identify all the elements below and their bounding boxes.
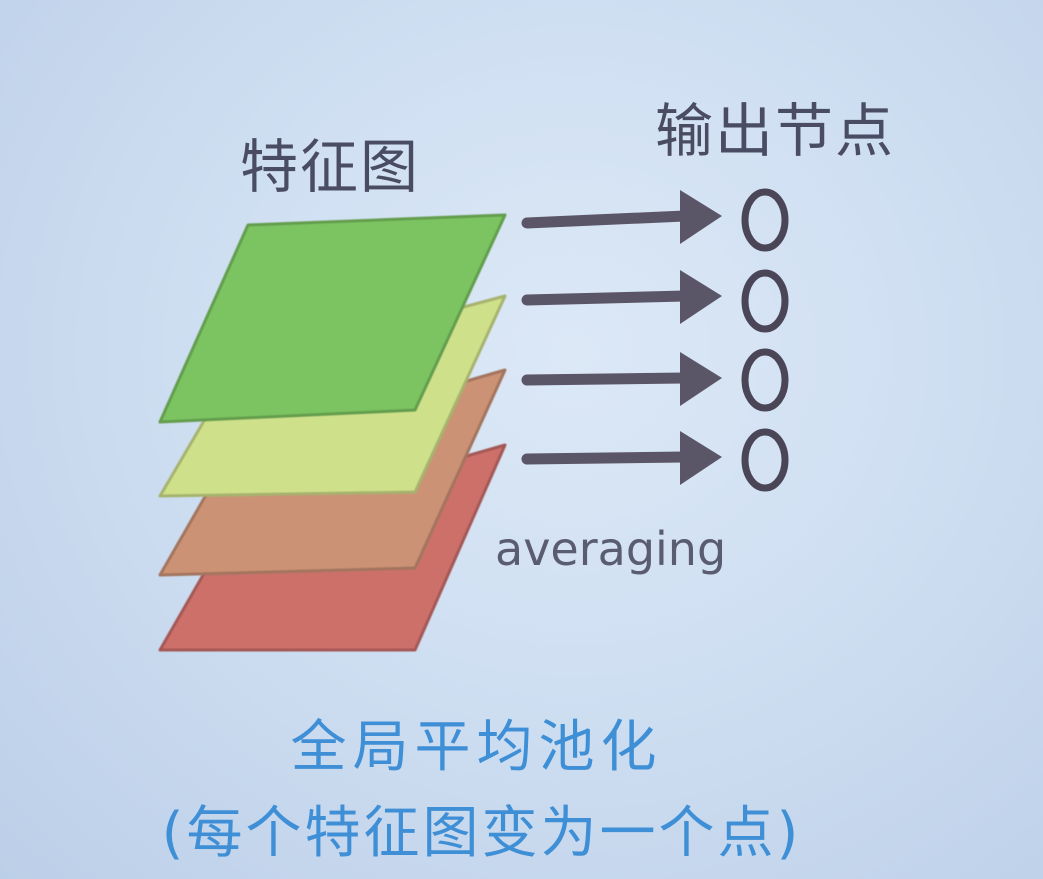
output-nodes-title: 输出节点 [655, 97, 896, 165]
output-node-1 [741, 188, 789, 252]
output-node-2 [741, 269, 789, 333]
arrow-2 [521, 270, 722, 324]
arrow-1 [521, 190, 722, 244]
arrow-3 [521, 352, 722, 406]
caption-sub: (每个特征图变为一个点) [161, 801, 802, 866]
output-node-3 [741, 348, 789, 412]
feature-maps-title: 特征图 [240, 133, 421, 201]
averaging-label: averaging [495, 522, 727, 576]
arrow-4 [521, 431, 722, 485]
diagram-stage: 特征图 输出节点 averaging 全局平均池化 (每个特征图变为一个点) [0, 0, 1043, 879]
caption-main: 全局平均池化 [290, 715, 663, 780]
output-node-4 [741, 428, 789, 492]
